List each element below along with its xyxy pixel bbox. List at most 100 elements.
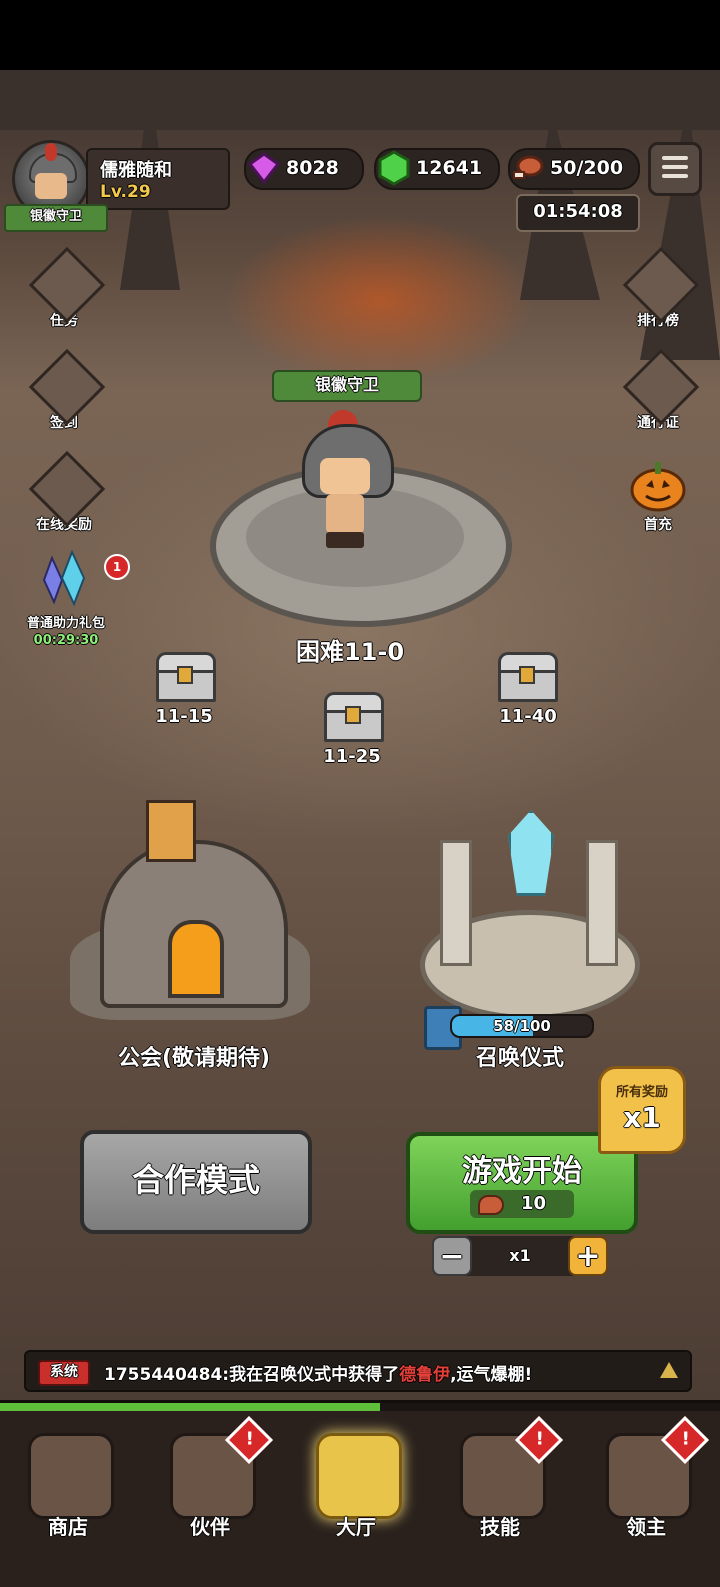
side-button-checkin[interactable]: 签到 <box>14 348 114 432</box>
menu-line <box>662 174 688 178</box>
side-button-pass[interactable]: 通行证 <box>608 348 708 432</box>
checklist-icon <box>28 348 106 426</box>
nav-partners[interactable]: ! 伙伴 <box>150 1415 274 1553</box>
icon-frame <box>28 246 106 324</box>
decrease-button[interactable]: − <box>432 1236 472 1276</box>
notification-badge: 1 <box>104 554 130 580</box>
mountain-ridge <box>0 70 720 130</box>
alert-mark: ! <box>681 1428 690 1450</box>
guild-flag-icon <box>146 800 196 862</box>
altar-pillar <box>440 840 472 966</box>
gem-counter[interactable]: 8028 <box>244 148 364 190</box>
menu-line <box>662 156 688 160</box>
news-prefix: 1755440484:我在召唤仪式中获得了 <box>104 1365 400 1385</box>
plume <box>45 143 57 161</box>
body <box>326 494 364 534</box>
system-tag: 系统 <box>38 1360 90 1386</box>
icon-frame <box>622 246 700 324</box>
side-button-tasks[interactable]: 任务 <box>14 246 114 330</box>
multiplier-value: x1 <box>509 1246 531 1265</box>
reward-multiplier-badge: 所有奖励 x1 <box>598 1066 686 1154</box>
icon-frame <box>28 450 106 528</box>
nav-label: 商店 <box>48 1515 88 1539</box>
nav-progress-bar <box>0 1403 720 1411</box>
expand-arrow-icon[interactable] <box>660 1362 678 1378</box>
chest-lock <box>345 706 361 724</box>
player-name: 儒雅随和 <box>100 160 172 181</box>
side-button-first-recharge[interactable]: 首充 <box>608 452 708 534</box>
pumpkin-icon <box>624 452 692 520</box>
system-news-ticker[interactable]: 系统 1755440484:我在召唤仪式中获得了德鲁伊,运气爆棚! <box>24 1350 692 1392</box>
shop-icon <box>28 1433 114 1519</box>
chest-label: 11-40 <box>499 706 557 727</box>
side-button-online-reward[interactable]: 在线奖励 <box>14 450 114 534</box>
meat-icon <box>478 1195 504 1215</box>
reward-chest-icon[interactable] <box>498 652 558 702</box>
gem-value: 8028 <box>286 157 339 179</box>
alert-mark: ! <box>245 1428 254 1450</box>
nav-lord[interactable]: ! 领主 <box>586 1415 710 1553</box>
pass-badge-icon <box>622 348 700 426</box>
start-cost: 10 <box>470 1190 574 1218</box>
player-profile[interactable]: 儒雅随和 Lv.29 银徽守卫 <box>4 138 230 232</box>
stamina-timer: 01:54:08 <box>516 194 640 232</box>
purple-gem-icon <box>247 152 281 185</box>
player-title: 银徽守卫 <box>4 204 108 232</box>
face <box>320 458 370 494</box>
name-plate: 儒雅随和 Lv.29 <box>86 148 230 210</box>
icon-frame <box>622 348 700 426</box>
emerald-counter[interactable]: 12641 <box>374 148 500 190</box>
player-level: Lv.29 <box>100 182 151 202</box>
chest-lock <box>177 666 193 684</box>
fire-door <box>168 920 224 998</box>
coop-mode-button[interactable]: 合作模式 <box>80 1130 312 1234</box>
nav-label: 领主 <box>626 1515 666 1539</box>
nav-label: 技能 <box>480 1515 520 1539</box>
bonus-title: 所有奖励 <box>615 1085 668 1100</box>
start-cost-value: 10 <box>520 1193 546 1214</box>
hamburger-menu-button[interactable] <box>648 142 702 196</box>
stamina-counter[interactable]: 50/200 <box>508 148 640 190</box>
increase-button[interactable]: + <box>568 1236 608 1276</box>
reward-chest-icon[interactable] <box>156 652 216 702</box>
coin-pile-icon <box>28 450 106 528</box>
summon-progress-text: 58/100 <box>493 1017 551 1035</box>
crystal-cluster <box>42 549 86 607</box>
nav-label: 大厅 <box>336 1515 376 1539</box>
altar-pillar <box>586 840 618 966</box>
multiplier-stepper: − x1 + <box>432 1236 608 1276</box>
nav-progress-fill <box>0 1403 380 1411</box>
pack-timer: 00:29:30 <box>33 633 99 648</box>
bonus-value: x1 <box>623 1101 661 1134</box>
emerald-value: 12641 <box>416 157 483 179</box>
chest-lock <box>519 666 535 684</box>
reward-chest-icon[interactable] <box>324 692 384 742</box>
news-message: 1755440484:我在召唤仪式中获得了德鲁伊,运气爆棚! <box>104 1360 532 1385</box>
nav-hall[interactable]: 大厅 <box>296 1423 416 1553</box>
meat-icon <box>513 155 544 179</box>
guild-label: 公会(敬请期待) <box>117 1046 271 1071</box>
nav-skills[interactable]: ! 技能 <box>440 1415 564 1553</box>
news-suffix: ,运气爆棚! <box>450 1365 533 1385</box>
side-button-leaderboard[interactable]: 排行榜 <box>608 246 708 330</box>
alert-mark: ! <box>535 1428 544 1450</box>
guild-building[interactable] <box>60 800 320 1040</box>
chest-label: 11-25 <box>323 746 381 767</box>
hall-icon <box>316 1433 402 1519</box>
stage-label: 困难11-0 <box>295 638 405 666</box>
legs <box>326 532 364 548</box>
menu-line <box>662 165 688 169</box>
summon-altar[interactable] <box>410 800 640 1030</box>
nav-label: 伙伴 <box>190 1515 230 1539</box>
stamina-value: 50/200 <box>550 157 624 179</box>
pumpkin <box>630 462 686 512</box>
side-button-support-pack[interactable]: 1 普通助力礼包 00:29:30 <box>10 549 130 648</box>
hero-character[interactable] <box>300 410 394 550</box>
news-highlight: 德鲁伊 <box>399 1365 451 1385</box>
green-gem-icon <box>378 150 410 186</box>
icon-frame <box>28 348 106 426</box>
face <box>35 173 67 199</box>
crystal-pack-icon: 1 <box>32 549 130 618</box>
nav-shop[interactable]: 商店 <box>8 1423 128 1553</box>
scroll-sword-icon <box>28 246 106 324</box>
